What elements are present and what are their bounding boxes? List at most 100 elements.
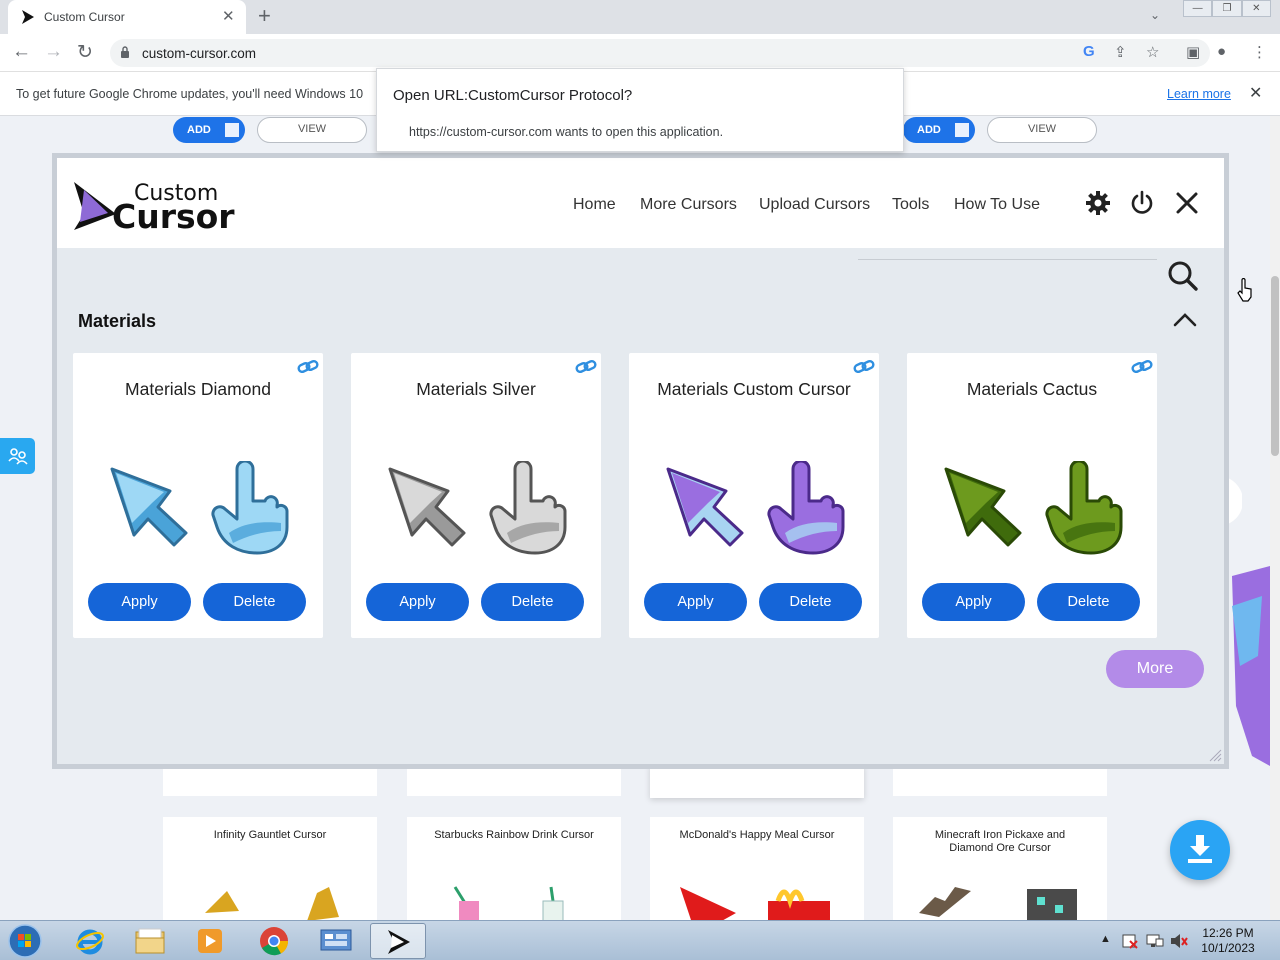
nav-tools[interactable]: Tools — [892, 196, 929, 214]
chrome-taskbar-button[interactable] — [246, 923, 302, 959]
menu-icon[interactable]: ⋮ — [1252, 43, 1267, 61]
link-icon[interactable] — [853, 359, 875, 375]
page-scrollbar[interactable] — [1270, 116, 1280, 920]
media-player-icon — [198, 929, 222, 953]
new-tab-button[interactable]: + — [258, 3, 271, 29]
infobar-close-icon[interactable]: ✕ — [1249, 83, 1262, 103]
toolbar: ← → ↻ custom-cursor.com G ⇪ ☆ ▣ ● ⋮ — [0, 34, 1280, 72]
side-panel-icon[interactable]: ▣ — [1186, 43, 1200, 61]
internet-explorer-taskbar-button[interactable] — [62, 923, 118, 959]
view-button[interactable]: VIEW — [257, 117, 367, 143]
internet-explorer-icon — [76, 929, 104, 955]
protocol-dialog: Open URL:CustomCursor Protocol? https://… — [376, 68, 904, 152]
apply-button[interactable]: Apply — [366, 583, 469, 621]
url-text[interactable]: custom-cursor.com — [142, 46, 256, 61]
nav-how-to-use[interactable]: How To Use — [954, 196, 1040, 214]
delete-button[interactable]: Delete — [203, 583, 306, 621]
nav-home[interactable]: Home — [573, 196, 616, 214]
protocol-dialog-title: Open URL:CustomCursor Protocol? — [393, 87, 633, 104]
download-icon — [1188, 835, 1212, 863]
bookmark-star-icon[interactable]: ☆ — [1146, 43, 1159, 61]
add-button[interactable]: ADD — [903, 117, 975, 143]
custom-cursor-taskbar-button[interactable] — [370, 923, 426, 959]
nav-upload-cursors[interactable]: Upload Cursors — [759, 196, 870, 214]
infobar-message: To get future Google Chrome updates, you… — [16, 87, 364, 101]
popup-header: Custom Cursor Home More Cursors Upload C… — [57, 158, 1224, 248]
control-panel-taskbar-button[interactable] — [308, 923, 364, 959]
delete-button[interactable]: Delete — [759, 583, 862, 621]
add-button[interactable]: ADD — [173, 117, 245, 143]
arrow-cursor-preview-icon — [666, 467, 744, 547]
cursor-card-title: Starbucks Rainbow Drink Cursor — [434, 829, 594, 841]
windows-icon — [225, 123, 239, 137]
infinity-gauntlet-cursor-preview-icon — [205, 887, 339, 920]
clock-time: 12:26 PM — [1202, 926, 1254, 940]
hand-pointer-cursor-icon — [1237, 278, 1252, 302]
nav-more-cursors[interactable]: More Cursors — [640, 196, 737, 214]
reload-button[interactable]: ↻ — [77, 41, 93, 64]
hand-cursor-preview-icon — [489, 461, 567, 555]
forward-button[interactable]: → — [44, 41, 63, 63]
file-explorer-taskbar-button[interactable] — [122, 923, 178, 959]
cursor-card: Materials Custom Cursor Apply Delete — [629, 353, 879, 638]
link-icon[interactable] — [297, 359, 319, 375]
scrollbar-thumb[interactable] — [1271, 276, 1279, 456]
cursor-card: Materials Cactus Apply Delete — [907, 353, 1157, 638]
link-icon[interactable] — [575, 359, 597, 375]
apply-button[interactable]: Apply — [644, 583, 747, 621]
section-title: Materials — [78, 311, 157, 331]
learn-more-link[interactable]: Learn more — [1167, 87, 1231, 101]
download-button[interactable] — [1170, 820, 1230, 880]
arrow-cursor-preview-icon — [944, 467, 1022, 547]
cursor-card[interactable]: Infinity Gauntlet Cursor — [163, 817, 377, 920]
apply-button[interactable]: Apply — [88, 583, 191, 621]
start-button-icon[interactable] — [6, 923, 44, 959]
resize-grip-icon[interactable] — [1208, 748, 1222, 762]
link-icon[interactable] — [1131, 359, 1153, 375]
cursor-card[interactable]: McDonald's Happy Meal Cursor — [650, 817, 864, 920]
starbucks-drink-cursor-preview-icon — [453, 886, 564, 920]
settings-gear-icon[interactable] — [1085, 190, 1111, 216]
tab-close-icon[interactable]: ✕ — [222, 7, 235, 25]
cursor-card[interactable]: Starbucks Rainbow Drink Cursor — [407, 817, 621, 920]
custom-cursor-favicon-icon — [22, 10, 34, 24]
cursor-card-title: Materials Silver — [416, 379, 536, 399]
accessibility-side-tab[interactable] — [0, 438, 35, 474]
network-icon[interactable] — [1146, 933, 1164, 949]
cursor-card[interactable]: Minecraft Iron Pickaxe and Diamond Ore C… — [893, 817, 1107, 920]
system-clock[interactable]: 12:26 PM 10/1/2023 — [1192, 926, 1264, 956]
cursor-card-title: Minecraft Iron Pickaxe and Diamond Ore C… — [934, 829, 1066, 854]
browser-tab[interactable]: Custom Cursor ✕ — [8, 0, 246, 34]
minimize-button[interactable]: — — [1183, 0, 1213, 17]
action-center-icon[interactable] — [1122, 933, 1138, 949]
delete-button[interactable]: Delete — [1037, 583, 1140, 621]
search-input[interactable] — [858, 259, 1157, 260]
close-popup-icon[interactable] — [1174, 190, 1200, 216]
view-button[interactable]: VIEW — [987, 117, 1097, 143]
volume-muted-icon[interactable] — [1170, 933, 1188, 949]
arrow-cursor-preview-icon — [110, 467, 188, 547]
chrome-icon — [260, 927, 289, 956]
custom-cursor-logo[interactable]: Custom Cursor — [72, 176, 252, 236]
protocol-dialog-message: https://custom-cursor.com wants to open … — [409, 125, 724, 139]
show-hidden-icons-arrow[interactable]: ▲ — [1100, 933, 1111, 945]
search-icon[interactable] — [1167, 260, 1199, 292]
media-player-taskbar-button[interactable] — [182, 923, 238, 959]
apply-button[interactable]: Apply — [922, 583, 1025, 621]
minecraft-pickaxe-cursor-preview-icon — [919, 887, 1077, 920]
collapse-chevron-up-icon[interactable] — [1173, 311, 1197, 327]
close-window-button[interactable]: ✕ — [1241, 0, 1271, 17]
custom-cursor-popup: Custom Cursor Home More Cursors Upload C… — [52, 153, 1229, 769]
lock-icon[interactable] — [120, 46, 130, 58]
more-button[interactable]: More — [1106, 650, 1204, 688]
power-icon[interactable] — [1129, 190, 1155, 216]
delete-button[interactable]: Delete — [481, 583, 584, 621]
google-icon[interactable]: G — [1083, 43, 1095, 60]
share-icon[interactable]: ⇪ — [1114, 43, 1127, 61]
arrow-cursor-preview-icon — [388, 467, 466, 547]
back-button[interactable]: ← — [12, 41, 31, 63]
restore-button[interactable]: ❐ — [1212, 0, 1242, 17]
tab-search-chevron-icon[interactable]: ⌄ — [1150, 8, 1160, 22]
address-bar[interactable]: custom-cursor.com — [110, 39, 1210, 67]
profile-icon[interactable]: ● — [1217, 43, 1226, 60]
